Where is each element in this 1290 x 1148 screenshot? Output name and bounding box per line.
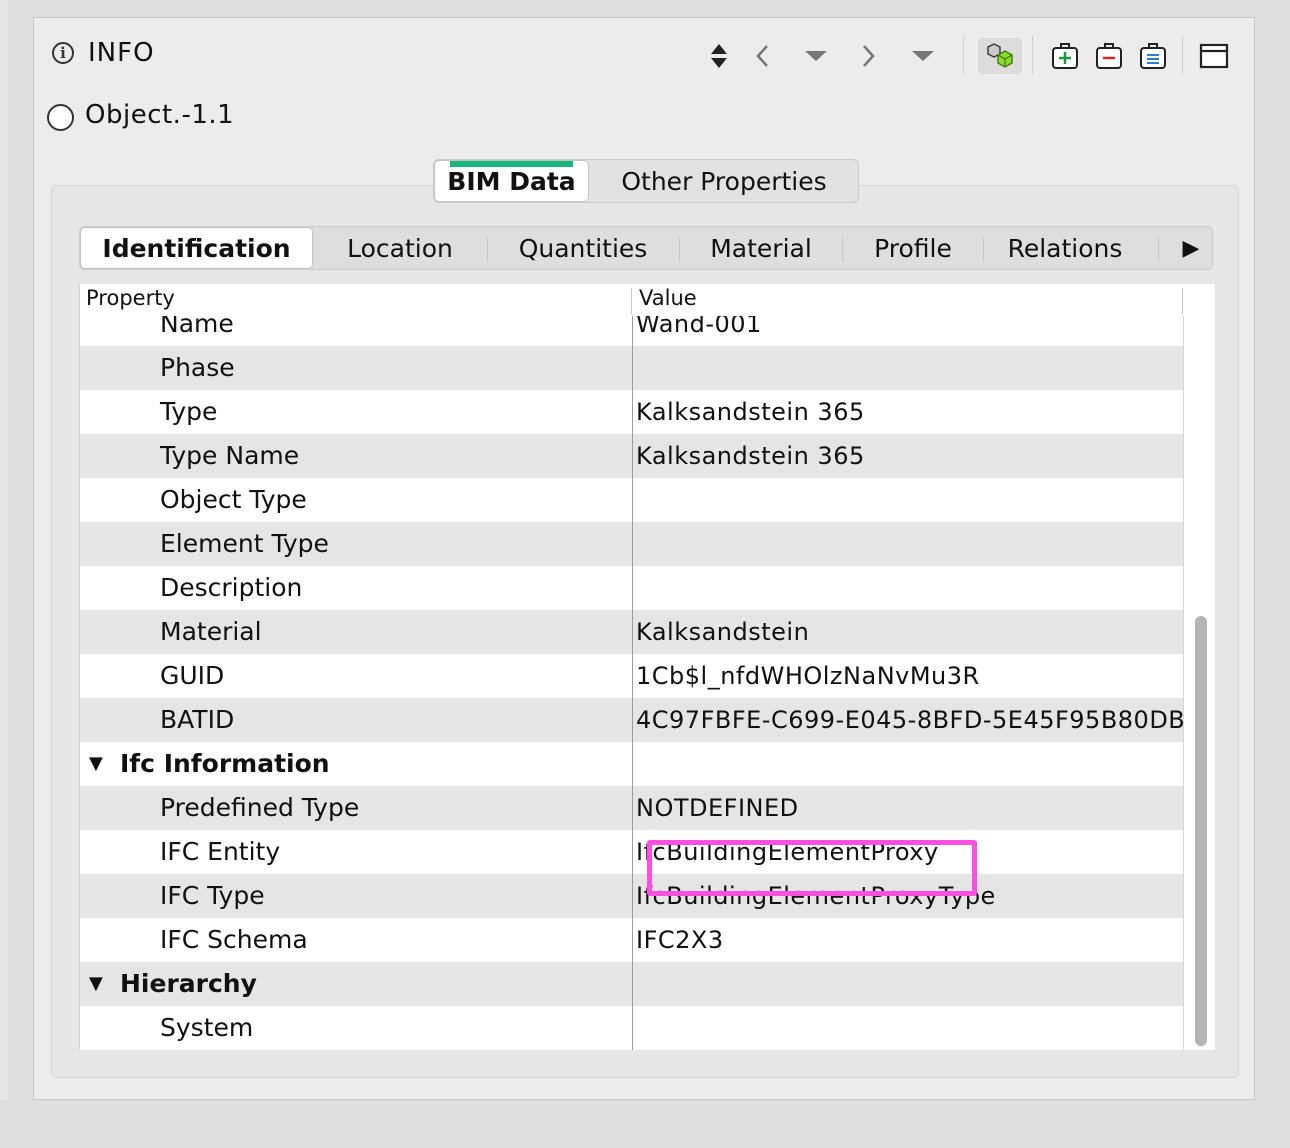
- property-name: Type: [160, 397, 218, 426]
- column-header-value[interactable]: Value: [639, 286, 697, 310]
- tab-quantities[interactable]: Quantities: [489, 227, 677, 269]
- top-tab-bar: BIM Data Other Properties: [433, 159, 859, 203]
- tab-divider: [983, 237, 984, 261]
- property-name: Object Type: [160, 485, 307, 514]
- property-value[interactable]: Kalksandstein 365: [636, 434, 865, 478]
- property-value[interactable]: Kalksandstein: [636, 610, 809, 654]
- prev-dropdown-icon[interactable]: [799, 38, 833, 74]
- background-bottom: [0, 1100, 1290, 1148]
- object-3d-icon[interactable]: [978, 38, 1022, 74]
- property-name: IFC Type: [160, 881, 265, 910]
- window-icon[interactable]: [1196, 38, 1232, 74]
- info-icon: i: [52, 42, 74, 64]
- property-name: IFC Entity: [160, 837, 281, 866]
- tab-divider: [842, 237, 843, 261]
- property-name: System: [160, 1013, 254, 1042]
- bag-list-icon[interactable]: [1135, 38, 1171, 74]
- tab-relations[interactable]: Relations: [985, 227, 1145, 269]
- tab-location[interactable]: Location: [315, 227, 485, 269]
- object-label: Object.-1.1: [85, 100, 235, 130]
- tab-divider: [1158, 237, 1159, 261]
- tab-divider: [487, 237, 488, 261]
- property-name: Hierarchy: [120, 969, 257, 998]
- property-name: BATID: [160, 705, 235, 734]
- tab-divider: [679, 237, 680, 261]
- property-name: Element Type: [160, 529, 329, 558]
- property-value[interactable]: 1Cb$l_nfdWHOlzNaNvMu3R: [636, 654, 980, 698]
- prev-icon[interactable]: [749, 38, 775, 74]
- property-name: Material: [160, 617, 262, 646]
- property-name: IFC Schema: [160, 925, 308, 954]
- bag-remove-icon[interactable]: [1091, 38, 1127, 74]
- tab-material[interactable]: Material: [681, 227, 841, 269]
- property-name: Type Name: [160, 441, 300, 470]
- property-name: Predefined Type: [160, 793, 360, 822]
- next-icon[interactable]: [856, 38, 882, 74]
- sort-updown-icon[interactable]: [704, 38, 734, 74]
- toolbar-divider: [1182, 36, 1183, 74]
- toolbar-divider: [1032, 36, 1033, 74]
- tab-other-properties[interactable]: Other Properties: [590, 160, 858, 202]
- tab-identification[interactable]: Identification: [80, 227, 313, 269]
- property-value[interactable]: NOTDEFINED: [636, 786, 799, 830]
- property-name: Ifc Information: [120, 749, 330, 778]
- column-header-property[interactable]: Property: [86, 286, 175, 310]
- panel-title: INFO: [88, 38, 155, 68]
- background-strip: [0, 0, 8, 1148]
- expand-toggle-icon[interactable]: ▼: [89, 742, 103, 786]
- property-value[interactable]: IFC2X3: [636, 918, 724, 962]
- scrollbar-thumb[interactable]: [1195, 616, 1207, 1046]
- property-name: Phase: [160, 353, 235, 382]
- property-value[interactable]: Kalksandstein 365: [636, 390, 865, 434]
- next-dropdown-icon[interactable]: [906, 38, 940, 74]
- property-value[interactable]: IfcBuildingElementProxyType: [636, 874, 996, 918]
- column-divider[interactable]: [631, 288, 632, 314]
- property-name: GUID: [160, 661, 225, 690]
- properties-box: Identification Location Quantities Mater…: [51, 185, 1239, 1078]
- object-radio[interactable]: [47, 104, 74, 131]
- more-tabs-icon[interactable]: ▶: [1176, 227, 1206, 269]
- expand-toggle-icon[interactable]: ▼: [89, 962, 103, 1006]
- toolbar-divider: [963, 36, 964, 74]
- bag-add-icon[interactable]: [1047, 38, 1083, 74]
- column-divider: [1182, 288, 1183, 314]
- properties-table: Name Wand-001 Phase Type Kalksandstein 365 Ty…: [79, 284, 1215, 1050]
- column-separator: [632, 316, 633, 1050]
- info-panel: i INFO Object.-1.1 Identification Locati…: [33, 17, 1255, 1100]
- sub-tab-bar: Identification Location Quantities Mater…: [79, 226, 1213, 270]
- property-value[interactable]: IfcBuildingElementProxy: [636, 830, 939, 874]
- property-name: Description: [160, 573, 303, 602]
- tab-bim-data[interactable]: BIM Data: [434, 160, 589, 202]
- vertical-scrollbar[interactable]: [1183, 316, 1215, 1050]
- tab-profile[interactable]: Profile: [844, 227, 982, 269]
- table-header: Property Value: [80, 284, 1215, 316]
- property-value[interactable]: 4C97FBFE-C699-E045-8BFD-5E45F95B80DB: [636, 698, 1185, 742]
